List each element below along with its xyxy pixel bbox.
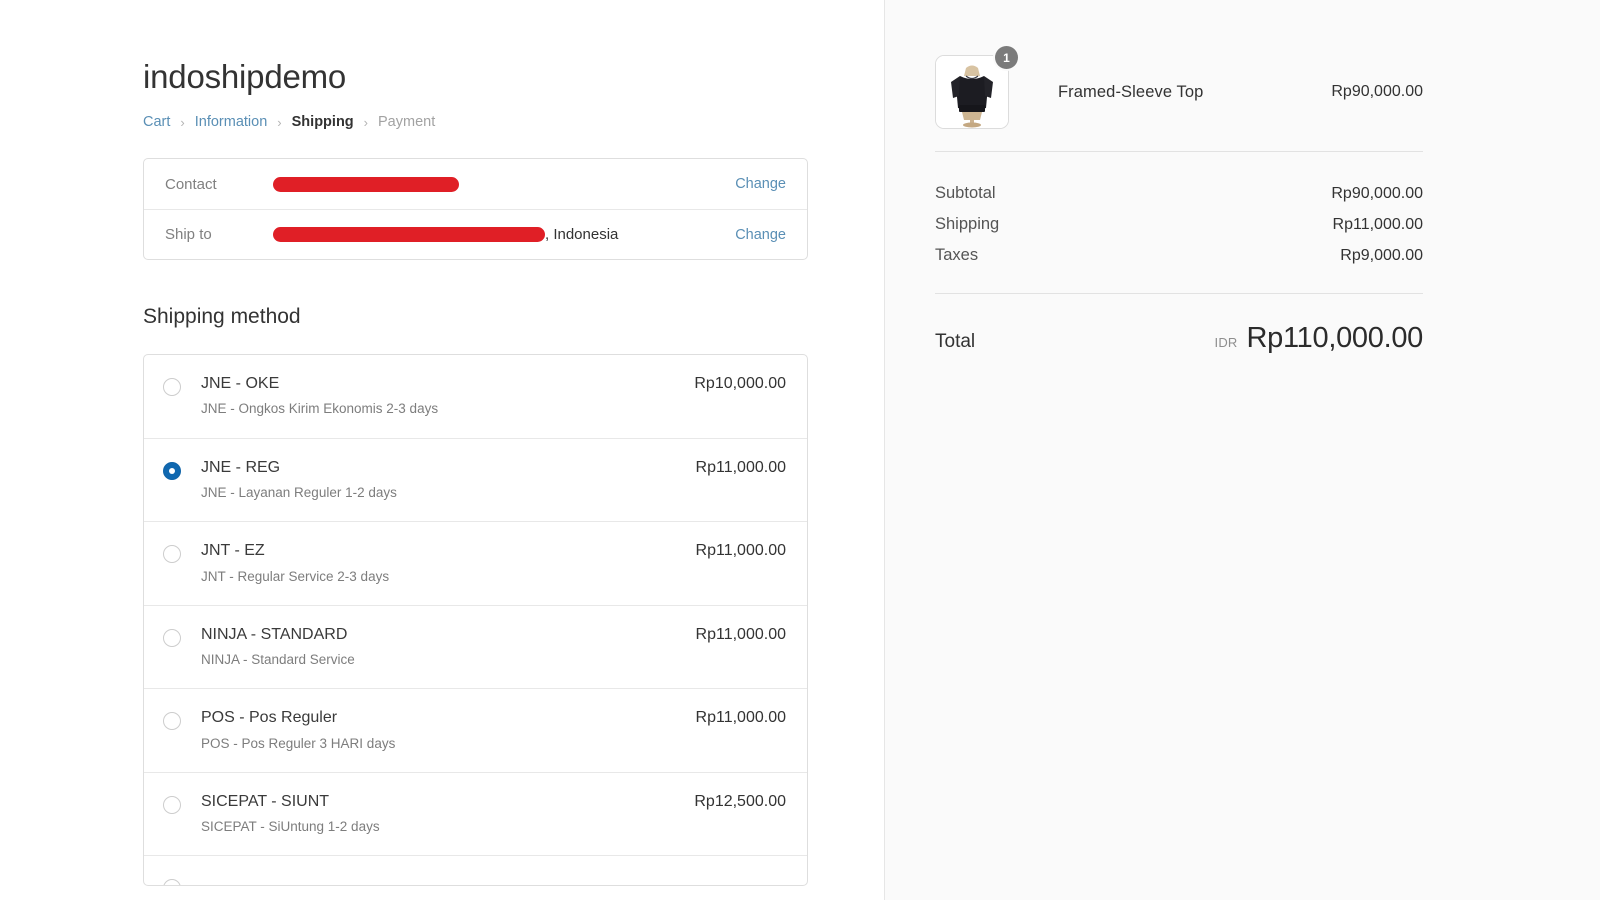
- radio-button-icon[interactable]: [163, 712, 181, 731]
- shipping-method-description: JNT - Regular Service 2-3 days: [201, 568, 390, 584]
- ship-to-change-link[interactable]: Change: [735, 227, 786, 243]
- shipping-method-text: NINJA - STANDARD NINJA - Standard Servic…: [181, 626, 696, 669]
- ship-to-label: Ship to: [165, 226, 212, 243]
- shipping-method-text: JNE - REG JNE - Layanan Reguler 1-2 days: [181, 459, 696, 502]
- product-thumbnail-wrap: 1: [935, 46, 1018, 129]
- breadcrumb-item-shipping: Shipping: [291, 114, 354, 130]
- shipping-method-price: Rp11,000.00: [695, 709, 786, 727]
- subtotal-label: Subtotal: [935, 184, 996, 202]
- contact-value: [273, 176, 735, 192]
- shipping-method-description: JNE - Layanan Reguler 1-2 days: [201, 484, 397, 500]
- breadcrumb-separator-icon: ›: [363, 114, 368, 130]
- shipping-method-name: SICEPAT - SIUNT: [201, 792, 330, 810]
- shipping-method-list: JNE - OKE JNE - Ongkos Kirim Ekonomis 2-…: [143, 354, 808, 887]
- shipping-method-name: JNE - OKE: [201, 375, 280, 392]
- radio-button-icon[interactable]: [163, 879, 181, 886]
- shipping-method-text: JNE - OKE JNE - Ongkos Kirim Ekonomis 2-…: [181, 375, 694, 418]
- shipping-method-text: JNT - EZ JNT - Regular Service 2-3 days: [181, 542, 696, 585]
- totals-list: Subtotal Rp90,000.00 Shipping Rp11,000.0…: [935, 152, 1423, 271]
- checkout-main: indoshipdemo Cart › Information › Shippi…: [143, 0, 808, 887]
- shipping-method-option[interactable]: JNT - EZ JNT - Regular Service 2-3 days …: [144, 521, 807, 605]
- shipping-method-text: POS - Pos Reguler POS - Pos Reguler 3 HA…: [181, 709, 696, 752]
- currency-code: IDR: [1214, 335, 1238, 350]
- page-title: indoshipdemo: [143, 58, 347, 95]
- shipping-method-option[interactable]: JNE - OKE JNE - Ongkos Kirim Ekonomis 2-…: [144, 355, 807, 438]
- shipping-method-description: JNE - Ongkos Kirim Ekonomis 2-3 days: [201, 401, 439, 417]
- breadcrumb-item-cart[interactable]: Cart: [143, 114, 170, 130]
- shipping-method-option[interactable]: POS - Pos Reguler POS - Pos Reguler 3 HA…: [144, 688, 807, 772]
- breadcrumb: Cart › Information › Shipping › Payment: [143, 96, 808, 130]
- address-redaction: [273, 227, 545, 242]
- grand-total-value: IDR Rp110,000.00: [1214, 322, 1424, 355]
- breadcrumb-separator-icon: ›: [277, 114, 282, 130]
- shipping-method-description: SICEPAT - SiUntung 1-2 days: [201, 819, 380, 835]
- order-line-item: 1 Framed-Sleeve Top Rp90,000.00: [935, 0, 1423, 151]
- ship-to-row: Ship to , Indonesia Change: [144, 209, 807, 259]
- radio-button-icon[interactable]: [163, 795, 181, 814]
- shipping-method-description: POS - Pos Reguler 3 HARI days: [201, 735, 396, 751]
- radio-button-icon[interactable]: [163, 628, 181, 647]
- total-row-shipping: Shipping Rp11,000.00: [935, 209, 1423, 240]
- contact-row: Contact Change: [144, 159, 807, 209]
- grand-total-amount: Rp110,000.00: [1246, 322, 1424, 354]
- shipping-method-option[interactable]: NINJA - STANDARD NINJA - Standard Servic…: [144, 604, 807, 689]
- radio-button-icon[interactable]: [163, 378, 181, 396]
- shipping-method-price: Rp10,000.00: [694, 375, 786, 392]
- breadcrumb-item-payment: Payment: [378, 114, 436, 130]
- grand-total-label: Total: [935, 331, 976, 352]
- product-title: Framed-Sleeve Top: [1058, 82, 1204, 101]
- shipping-method-option[interactable]: JNE - REG JNE - Layanan Reguler 1-2 days…: [144, 437, 807, 522]
- customer-info-box: Contact Change Ship to , Indonesia Chang…: [143, 158, 808, 260]
- total-row-subtotal: Subtotal Rp90,000.00: [935, 178, 1423, 209]
- shipping-method-heading: Shipping method: [143, 305, 301, 328]
- contact-change-link[interactable]: Change: [735, 176, 786, 192]
- checkout-page: 1 Framed-Sleeve Top Rp90,000.00 Subtotal…: [0, 0, 1600, 900]
- radio-button-selected-icon[interactable]: [163, 461, 181, 480]
- taxes-label: Taxes: [935, 246, 979, 264]
- shipping-method-name: JNT - EZ: [201, 542, 265, 560]
- grand-total-row: Total IDR Rp110,000.00: [935, 294, 1423, 355]
- address-country-suffix: , Indonesia: [545, 226, 619, 243]
- product-price: Rp90,000.00: [1331, 83, 1423, 100]
- contact-label: Contact: [165, 175, 217, 193]
- taxes-value: Rp9,000.00: [1340, 247, 1423, 264]
- quantity-badge: 1: [995, 46, 1018, 69]
- shipping-method-name: POS - Pos Reguler: [201, 709, 338, 727]
- shipping-method-price: Rp12,500.00: [694, 792, 786, 810]
- shipping-method-text: SICEPAT - SIUNT SICEPAT - SiUntung 1-2 d…: [181, 793, 694, 836]
- shipping-label: Shipping: [935, 215, 1000, 233]
- shipping-method-name: NINJA - STANDARD: [201, 625, 348, 643]
- breadcrumb-item-information[interactable]: Information: [195, 114, 268, 130]
- total-row-taxes: Taxes Rp9,000.00: [935, 240, 1423, 271]
- radio-button-icon[interactable]: [163, 545, 181, 564]
- shipping-method-name: JNE - REG: [201, 458, 281, 476]
- shipping-method-price: Rp11,000.00: [695, 542, 786, 560]
- breadcrumb-separator-icon: ›: [180, 114, 185, 130]
- order-summary-panel: 1 Framed-Sleeve Top Rp90,000.00 Subtotal…: [884, 0, 1600, 900]
- product-image-top: [936, 56, 1008, 128]
- shipping-method-option[interactable]: SICEPAT - SIUNT SICEPAT - SiUntung 1-2 d…: [144, 771, 807, 856]
- subtotal-value: Rp90,000.00: [1331, 185, 1423, 202]
- shipping-value: Rp11,000.00: [1332, 216, 1423, 233]
- ship-to-value: , Indonesia: [273, 226, 735, 243]
- shipping-method-price: Rp11,000.00: [695, 458, 786, 476]
- shipping-method-description: NINJA - Standard Service: [201, 652, 355, 668]
- shipping-method-option-partial[interactable]: [144, 855, 807, 886]
- contact-redaction: [273, 176, 459, 192]
- shipping-method-price: Rp11,000.00: [695, 625, 786, 643]
